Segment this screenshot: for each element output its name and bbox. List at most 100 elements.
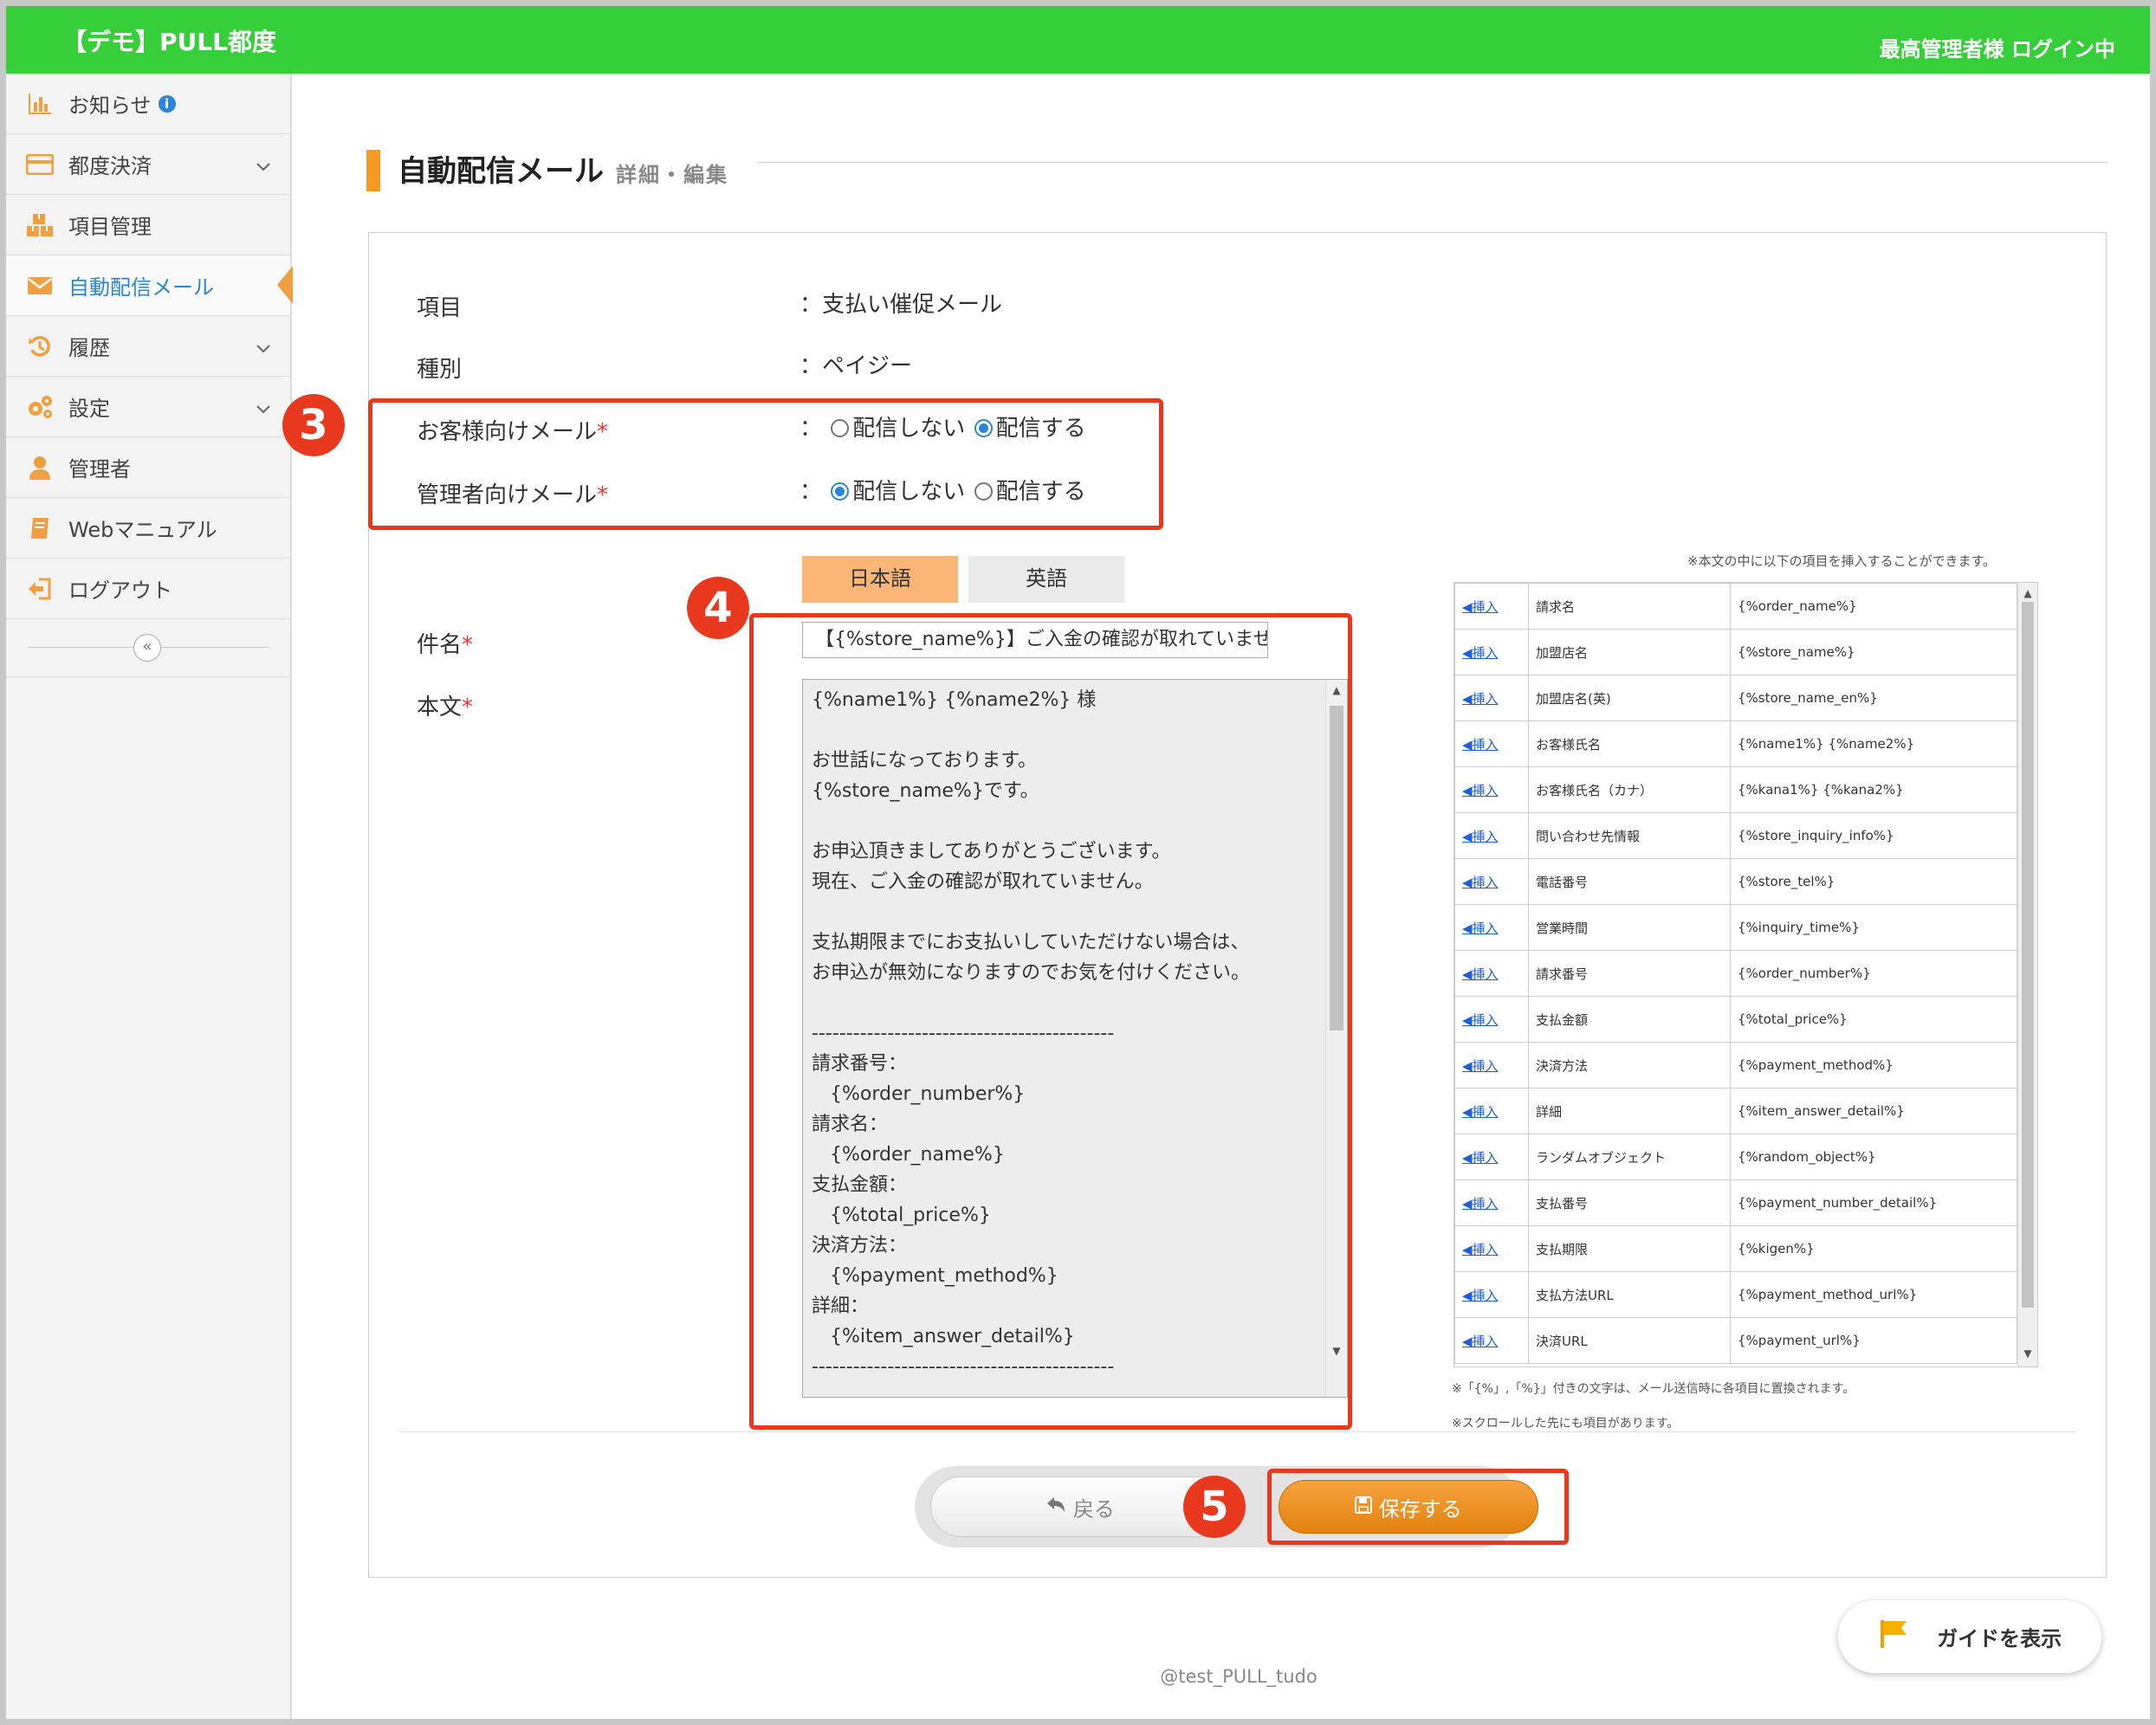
sidebar-item-settings[interactable]: 設定 (6, 377, 290, 437)
insert-cell: ◀挿入 (1454, 812, 1529, 859)
insert-scrollbar[interactable]: ▲ ▼ (2017, 583, 2037, 1366)
logout-icon (25, 574, 55, 604)
insert-item-tag: {%store_name%} (1730, 629, 2017, 675)
sidebar-item-auto-mail[interactable]: 自動配信メール (6, 255, 293, 316)
insert-item-tag: {%order_number%} (1730, 950, 2017, 997)
page-heading: 自動配信メール 詳細・編集 (366, 143, 2107, 191)
sidebar-item-label: ログアウト (68, 578, 172, 603)
insert-link[interactable]: ◀挿入 (1462, 1242, 1499, 1257)
insert-link[interactable]: ◀挿入 (1462, 1012, 1499, 1028)
insert-cell: ◀挿入 (1454, 720, 1529, 767)
insert-item-name: 決済方法 (1528, 1042, 1731, 1089)
insert-row: ◀挿入 支払番号 {%payment_number_detail%} (1454, 1179, 2017, 1226)
guide-button-label: ガイドを表示 (1937, 1626, 2062, 1651)
insert-item-tag: {%inquiry_time%} (1730, 904, 2017, 951)
insert-item-name: お客様氏名 (1528, 720, 1731, 767)
insert-item-tag: {%total_price%} (1730, 996, 2017, 1043)
sidebar-item-history[interactable]: 履歴 (6, 316, 290, 377)
tab-japanese[interactable]: 日本語 (802, 556, 958, 603)
insert-link[interactable]: ◀挿入 (1462, 1288, 1499, 1303)
sidebar-item-label: 設定 (68, 397, 110, 421)
scroll-down-icon[interactable]: ▼ (2018, 1345, 2037, 1362)
insert-cell: ◀挿入 (1454, 766, 1529, 813)
scroll-up-icon[interactable]: ▲ (2018, 585, 2037, 602)
collapse-sidebar-button[interactable]: « (133, 634, 161, 662)
insert-table-panel: ◀挿入 請求名 {%order_name%} ◀挿入 加盟店名 {%store_name%… (1454, 582, 2038, 1367)
insert-table: ◀挿入 請求名 {%order_name%} ◀挿入 加盟店名 {%store_name%… (1454, 583, 2017, 1364)
type-label: 種別 (417, 357, 463, 383)
insert-cell: ◀挿入 (1454, 1042, 1529, 1089)
card-icon (25, 150, 55, 179)
insert-item-name: 問い合わせ先情報 (1528, 812, 1731, 859)
insert-link[interactable]: ◀挿入 (1462, 1334, 1499, 1349)
top-header: 【デモ】PULL都度 最高管理者様 ログイン中 (6, 6, 2150, 74)
annotation-box-5 (1267, 1469, 1569, 1545)
insert-link[interactable]: ◀挿入 (1462, 1104, 1499, 1120)
info-icon: i (158, 94, 176, 113)
boxes-icon (25, 210, 55, 240)
insert-link[interactable]: ◀挿入 (1462, 966, 1499, 982)
footer-account: @test_PULL_tudo (1160, 1666, 1318, 1687)
item-label: 項目 (417, 295, 463, 321)
page-title: 自動配信メール (398, 154, 604, 189)
insert-cell: ◀挿入 (1454, 1088, 1529, 1134)
insert-row: ◀挿入 営業時間 {%inquiry_time%} (1454, 904, 2017, 951)
scroll-thumb[interactable] (2022, 602, 2034, 1308)
insert-cell: ◀挿入 (1454, 1271, 1529, 1318)
insert-note-top: ※本文の中に以下の項目を挿入することができます。 (1687, 553, 1997, 569)
insert-item-tag: {%random_object%} (1730, 1134, 2017, 1180)
insert-link[interactable]: ◀挿入 (1462, 1150, 1499, 1166)
subject-label: 件名* (417, 627, 473, 659)
bar-chart-icon (25, 89, 55, 119)
insert-link[interactable]: ◀挿入 (1462, 921, 1499, 936)
insert-link[interactable]: ◀挿入 (1462, 783, 1499, 798)
app-title[interactable]: 【デモ】PULL都度 (62, 23, 276, 58)
sidebar-item-admin[interactable]: 管理者 (6, 437, 290, 498)
insert-link[interactable]: ◀挿入 (1462, 599, 1499, 615)
history-icon (25, 332, 55, 361)
insert-cell: ◀挿入 (1454, 858, 1529, 905)
sidebar-item-manual[interactable]: Webマニュアル (6, 498, 290, 559)
insert-link[interactable]: ◀挿入 (1462, 829, 1499, 844)
chevron-down-icon (256, 153, 271, 178)
insert-item-name: 支払番号 (1528, 1179, 1731, 1226)
gears-icon (25, 392, 55, 422)
subject-label-text: 件名 (417, 632, 463, 658)
insert-link[interactable]: ◀挿入 (1462, 875, 1499, 890)
mail-icon (25, 271, 55, 300)
form-divider (399, 1431, 2075, 1432)
show-guide-button[interactable]: ガイドを表示 (1838, 1600, 2101, 1673)
annotation-box-4 (749, 613, 1352, 1430)
insert-item-name: お客様氏名（カナ） (1528, 766, 1731, 813)
sidebar-item-label: 都度決済 (68, 154, 152, 178)
insert-item-name: 支払方法URL (1528, 1271, 1731, 1318)
insert-row: ◀挿入 ランダムオブジェクト {%random_object%} (1454, 1134, 2017, 1180)
insert-cell: ◀挿入 (1454, 1225, 1529, 1272)
sidebar-item-label: Webマニュアル (68, 518, 217, 542)
insert-note-scroll: ※スクロールした先にも項目があります。 (1452, 1417, 1680, 1431)
sidebar-item-news[interactable]: お知らせ i (6, 74, 290, 134)
annotation-number-5: 5 (1183, 1476, 1246, 1538)
body-label-text: 本文 (417, 695, 463, 720)
insert-item-tag: {%payment_method_url%} (1730, 1271, 2017, 1318)
insert-link[interactable]: ◀挿入 (1462, 1058, 1499, 1074)
insert-item-name: 加盟店名(英) (1528, 675, 1731, 721)
insert-cell: ◀挿入 (1454, 904, 1529, 951)
sidebar-item-payment[interactable]: 都度決済 (6, 134, 290, 195)
insert-item-tag: {%store_tel%} (1730, 858, 2017, 905)
insert-row: ◀挿入 支払方法URL {%payment_method_url%} (1454, 1271, 2017, 1318)
sidebar-item-items[interactable]: 項目管理 (6, 195, 290, 255)
required-mark: * (462, 695, 474, 720)
insert-link[interactable]: ◀挿入 (1462, 691, 1499, 707)
insert-link[interactable]: ◀挿入 (1462, 645, 1499, 661)
sidebar-item-logout[interactable]: ログアウト (6, 559, 290, 619)
user-icon (25, 453, 55, 482)
insert-link[interactable]: ◀挿入 (1462, 1196, 1499, 1211)
heading-accent-bar (366, 150, 380, 191)
insert-item-name: 請求番号 (1528, 950, 1731, 997)
insert-link[interactable]: ◀挿入 (1462, 737, 1499, 753)
tab-english[interactable]: 英語 (968, 556, 1124, 603)
insert-item-tag: {%kana1%} {%kana2%} (1730, 766, 2017, 813)
insert-item-name: 詳細 (1528, 1088, 1731, 1134)
item-value: ：支払い催促メール (800, 292, 1003, 318)
